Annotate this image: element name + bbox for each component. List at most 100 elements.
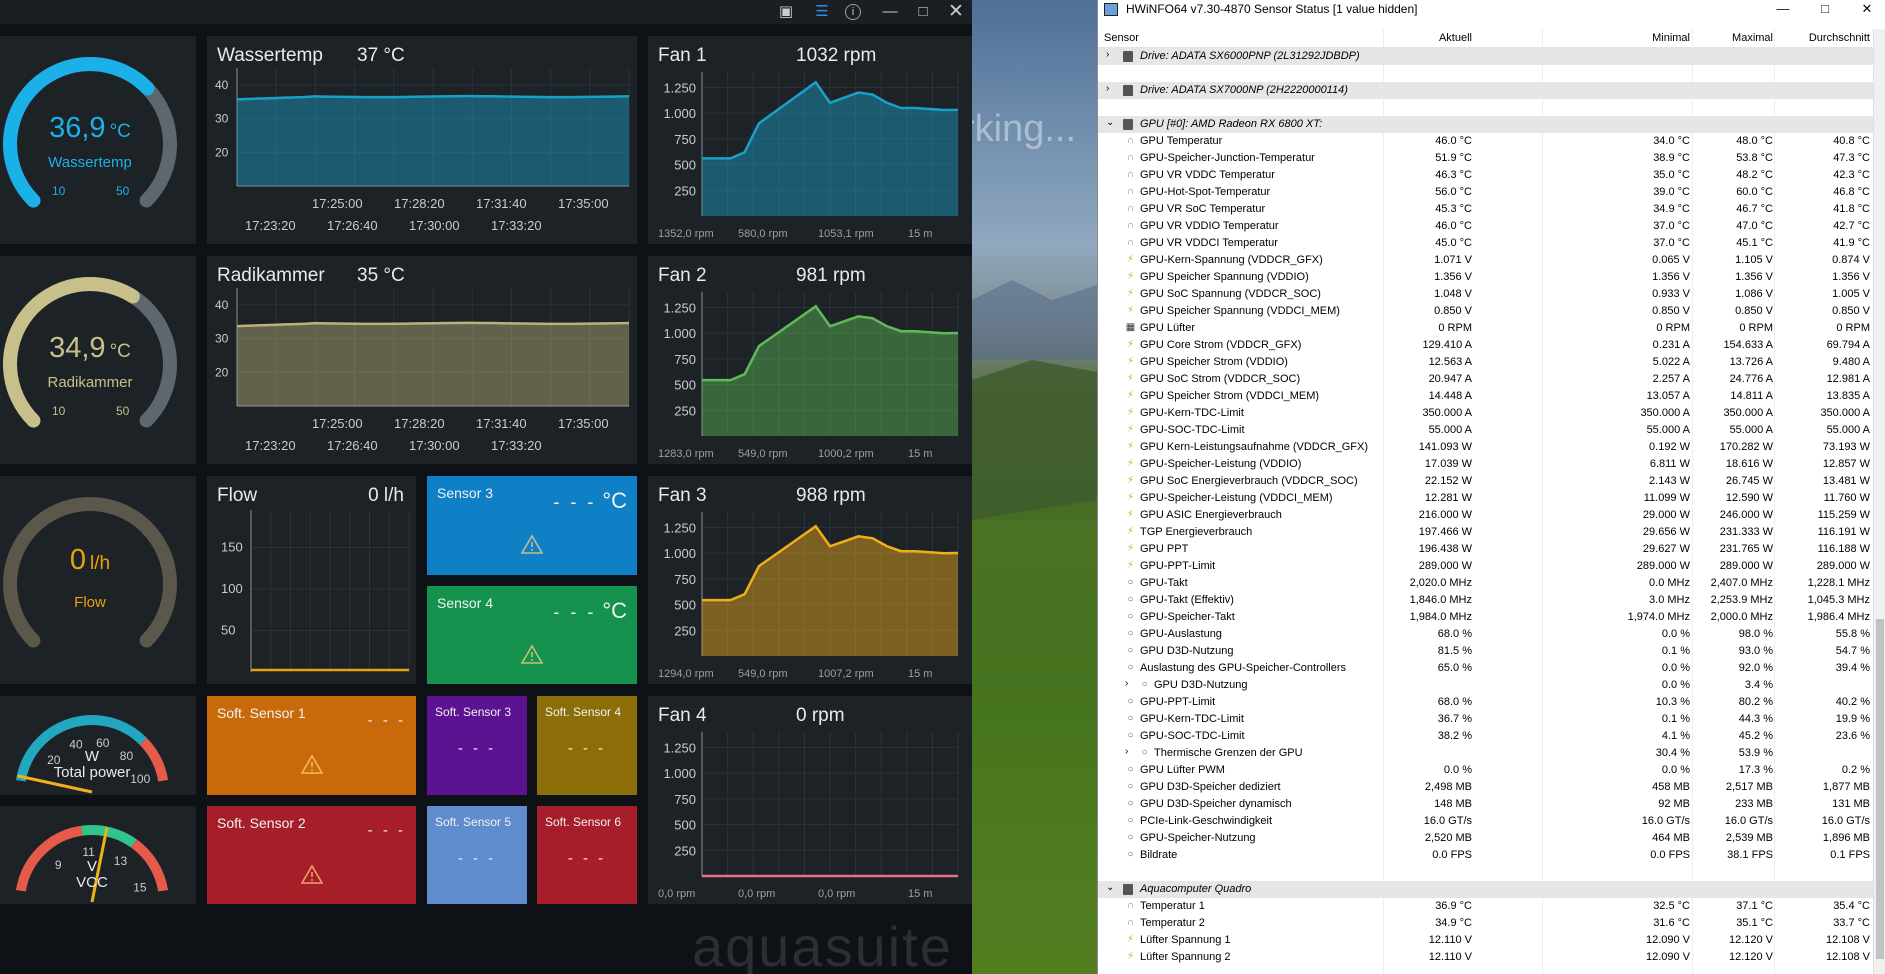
minimize-icon[interactable]: — xyxy=(880,2,900,22)
table-row[interactable]: ⚡ Lüfter Spannung 2 12.110 V 12.090 V 12.120… xyxy=(1098,949,1874,966)
close-icon[interactable]: ✕ xyxy=(946,2,966,22)
table-row[interactable]: ○ GPU-Takt (Effektiv) 1,846.0 MHz 3.0 MHz 2,… xyxy=(1098,592,1874,609)
table-row[interactable]: ○ GPU D3D-Speicher dediziert 2,498 MB 458 M… xyxy=(1098,779,1874,796)
table-row[interactable]: ○ GPU D3D-Speicher dynamisch 148 MB 92 MB 23… xyxy=(1098,796,1874,813)
table-row[interactable]: ⚡ GPU Speicher Spannung (VDDCI_MEM) 0.850 … xyxy=(1098,303,1874,320)
table-row[interactable]: ⚡ GPU Speicher Strom (VDDCI_MEM) 14.448 A 1… xyxy=(1098,388,1874,405)
table-row[interactable]: ⚡ TGP Energieverbrauch 197.466 W 29.656 W 23… xyxy=(1098,524,1874,541)
vertical-scrollbar[interactable] xyxy=(1873,29,1885,974)
sensor-min: 12.090 V xyxy=(1645,934,1690,946)
table-row[interactable]: ∩ GPU VR SoC Temperatur 45.3 °C 34.9 °C 46.7… xyxy=(1098,201,1874,218)
table-row[interactable]: ▦ GPU Lüfter 0 RPM 0 RPM 0 RPM 0 RPM xyxy=(1098,320,1874,337)
table-row[interactable]: ○ GPU-PPT-Limit 68.0 % 10.3 % 80.2 % 40.2 % xyxy=(1098,694,1874,711)
column-sensor[interactable]: Sensor xyxy=(1104,32,1139,44)
sensor-avg: 1,986.4 MHz xyxy=(1807,611,1870,623)
camera-icon[interactable]: ▣ xyxy=(776,2,796,22)
sensor-group[interactable]: › Drive: ADATA SX6000PNP (2L31292JDBDP) xyxy=(1098,48,1874,65)
layers-icon[interactable]: ☰ xyxy=(812,2,832,22)
table-row[interactable]: ⚡ GPU-Kern-TDC-Limit 350.000 A 350.000 A 350… xyxy=(1098,405,1874,422)
table-row[interactable]: ⚡ GPU Kern-Leistungsaufnahme (VDDCR_GFX) 1… xyxy=(1098,439,1874,456)
x-tick-label: 17:25:00 xyxy=(312,196,363,211)
table-row[interactable]: ○ GPU-Speicher-Takt 1,984.0 MHz 1,974.0 MHz… xyxy=(1098,609,1874,626)
table-row[interactable]: ⚡ GPU SoC Energieverbrauch (VDDCR_SOC) 22.… xyxy=(1098,473,1874,490)
info-icon[interactable]: i xyxy=(845,4,861,20)
table-row[interactable]: › ○ GPU D3D-Nutzung 0.0 % 3.4 % xyxy=(1098,677,1874,694)
close-icon[interactable]: ✕ xyxy=(1850,0,1884,19)
y-tick-label: 30 xyxy=(215,112,229,126)
column-durchschnitt[interactable]: Durchschnitt xyxy=(1809,32,1870,44)
expand-icon[interactable]: › xyxy=(1106,49,1109,60)
expand-icon[interactable]: › xyxy=(1106,83,1109,94)
table-row[interactable]: ⚡ GPU Speicher Strom (VDDIO) 12.563 A 5.022… xyxy=(1098,354,1874,371)
table-row[interactable]: ○ GPU-Auslastung 68.0 % 0.0 % 98.0 % 55.8 % xyxy=(1098,626,1874,643)
table-row[interactable]: ⚡ GPU Core Strom (VDDCR_GFX) 129.410 A 0.23… xyxy=(1098,337,1874,354)
table-row[interactable]: ⚡ Lüfter Spannung 1 12.110 V 12.090 V 12.120… xyxy=(1098,932,1874,949)
maximize-icon[interactable]: □ xyxy=(913,2,933,22)
table-row[interactable]: ⚡ GPU-SOC-TDC-Limit 55.000 A 55.000 A 55.000… xyxy=(1098,422,1874,439)
table-row[interactable]: ⚡ GPU SoC Spannung (VDDCR_SOC) 1.048 V 0.93… xyxy=(1098,286,1874,303)
column-aktuell[interactable]: Aktuell xyxy=(1439,32,1472,44)
sensor-max: 2,253.9 MHz xyxy=(1710,594,1773,606)
table-row[interactable]: › ○ Thermische Grenzen der GPU 30.4 % 53.9 % xyxy=(1098,745,1874,762)
sensor-max: 2,407.0 MHz xyxy=(1710,577,1773,589)
table-row[interactable]: ○ PCIe-Link-Geschwindigkeit 16.0 GT/s 16.0 … xyxy=(1098,813,1874,830)
table-row[interactable]: ⚡ GPU-Speicher-Leistung (VDDCI_MEM) 12.281… xyxy=(1098,490,1874,507)
clock-icon: ○ xyxy=(1141,747,1148,758)
sensor-current: 81.5 % xyxy=(1437,645,1472,657)
table-row[interactable]: ∩ GPU-Speicher-Junction-Temperatur 51.9 °C… xyxy=(1098,150,1874,167)
column-maximal[interactable]: Maximal xyxy=(1732,32,1773,44)
gauge-value: 36,9 °C xyxy=(20,112,160,145)
sensor-group[interactable]: ⌄ Aquacomputer Quadro xyxy=(1098,881,1874,898)
fan-footer-stat: 15 m xyxy=(908,668,933,680)
minimize-icon[interactable]: — xyxy=(1766,0,1800,19)
maximize-icon[interactable]: □ xyxy=(1808,0,1842,19)
warning-icon xyxy=(300,754,324,774)
table-row[interactable]: ⚡ GPU SoC Strom (VDDCR_SOC) 20.947 A 2.257 … xyxy=(1098,371,1874,388)
sensor-4-tile: Sensor 4 - - - °C xyxy=(427,586,637,684)
table-row[interactable]: ⚡ GPU ASIC Energieverbrauch 216.000 W 29.00… xyxy=(1098,507,1874,524)
sensor-current: 141.093 W xyxy=(1418,441,1472,453)
table-row[interactable]: ○ GPU-Speicher-Nutzung 2,520 MB 464 MB 2,539… xyxy=(1098,830,1874,847)
expand-icon[interactable]: › xyxy=(1125,746,1128,757)
sensor-unit: °C xyxy=(602,598,627,623)
sensor-name: GPU SoC Strom (VDDCR_SOC) xyxy=(1140,373,1301,385)
y-tick-label: 1.000 xyxy=(663,546,696,561)
table-row[interactable]: ∩ Temperatur 1 36.9 °C 32.5 °C 37.1 °C 35.4 °… xyxy=(1098,898,1874,915)
column-minimal[interactable]: Minimal xyxy=(1652,32,1690,44)
table-row[interactable]: ⚡ GPU PPT 196.438 W 29.627 W 231.765 W 116.18… xyxy=(1098,541,1874,558)
device-icon xyxy=(1123,884,1133,895)
table-row[interactable]: ⚡ GPU-Speicher-Leistung (VDDIO) 17.039 W 6.… xyxy=(1098,456,1874,473)
table-row[interactable]: ⚡ GPU Speicher Spannung (VDDIO) 1.356 V 1.3… xyxy=(1098,269,1874,286)
sensor-min: 32.5 °C xyxy=(1653,900,1690,912)
gauge-min: 10 xyxy=(52,404,66,418)
collapse-icon[interactable]: ⌄ xyxy=(1106,882,1114,893)
table-row[interactable]: ○ GPU-Takt 2,020.0 MHz 0.0 MHz 2,407.0 MHz 1,… xyxy=(1098,575,1874,592)
table-row[interactable]: ∩ GPU VR VDDC Temperatur 46.3 °C 35.0 °C 48.… xyxy=(1098,167,1874,184)
table-row[interactable]: ○ GPU D3D-Nutzung 81.5 % 0.1 % 93.0 % 54.7 % xyxy=(1098,643,1874,660)
sensor-max: 231.765 W xyxy=(1719,543,1773,555)
table-row[interactable]: ○ GPU Lüfter PWM 0.0 % 0.0 % 17.3 % 0.2 % xyxy=(1098,762,1874,779)
table-row[interactable]: ∩ GPU VR VDDIO Temperatur 46.0 °C 37.0 °C 47… xyxy=(1098,218,1874,235)
bolt-icon: ⚡ xyxy=(1126,441,1135,452)
table-row[interactable]: ○ Bildrate 0.0 FPS 0.0 FPS 38.1 FPS 0.1 FPS xyxy=(1098,847,1874,864)
sensor-avg: 47.3 °C xyxy=(1833,152,1870,164)
device-icon xyxy=(1123,119,1133,130)
table-row[interactable]: ○ GPU-SOC-TDC-Limit 38.2 % 4.1 % 45.2 % 23.6 … xyxy=(1098,728,1874,745)
gauge-unit: V xyxy=(86,858,97,875)
x-tick-label: 17:26:40 xyxy=(327,218,378,233)
table-row[interactable]: ⚡ GPU-Kern-Spannung (VDDCR_GFX) 1.071 V 0.0… xyxy=(1098,252,1874,269)
scrollbar-thumb[interactable] xyxy=(1876,619,1884,959)
soft-sensor-value: - - - xyxy=(567,740,607,757)
sensor-group[interactable]: › Drive: ADATA SX7000NP (2H2220000114) xyxy=(1098,82,1874,99)
table-row[interactable]: ○ Auslastung des GPU-Speicher-Controllers… xyxy=(1098,660,1874,677)
expand-icon[interactable]: › xyxy=(1125,678,1128,689)
table-row[interactable]: ∩ GPU-Hot-Spot-Temperatur 56.0 °C 39.0 °C 60… xyxy=(1098,184,1874,201)
table-row[interactable]: ∩ GPU VR VDDCI Temperatur 45.0 °C 37.0 °C 45… xyxy=(1098,235,1874,252)
collapse-icon[interactable]: ⌄ xyxy=(1106,117,1114,128)
table-row[interactable]: ⚡ GPU-PPT-Limit 289.000 W 289.000 W 289.000 … xyxy=(1098,558,1874,575)
table-row[interactable]: ∩ GPU Temperatur 46.0 °C 34.0 °C 48.0 °C 40.8… xyxy=(1098,133,1874,150)
table-row[interactable]: ○ GPU-Kern-TDC-Limit 36.7 % 0.1 % 44.3 % 19.9… xyxy=(1098,711,1874,728)
sensor-current: 45.0 °C xyxy=(1435,237,1472,249)
sensor-group[interactable]: ⌄ GPU [#0]: AMD Radeon RX 6800 XT: xyxy=(1098,116,1874,133)
table-row[interactable]: ∩ Temperatur 2 34.9 °C 31.6 °C 35.1 °C 33.7 °… xyxy=(1098,915,1874,932)
